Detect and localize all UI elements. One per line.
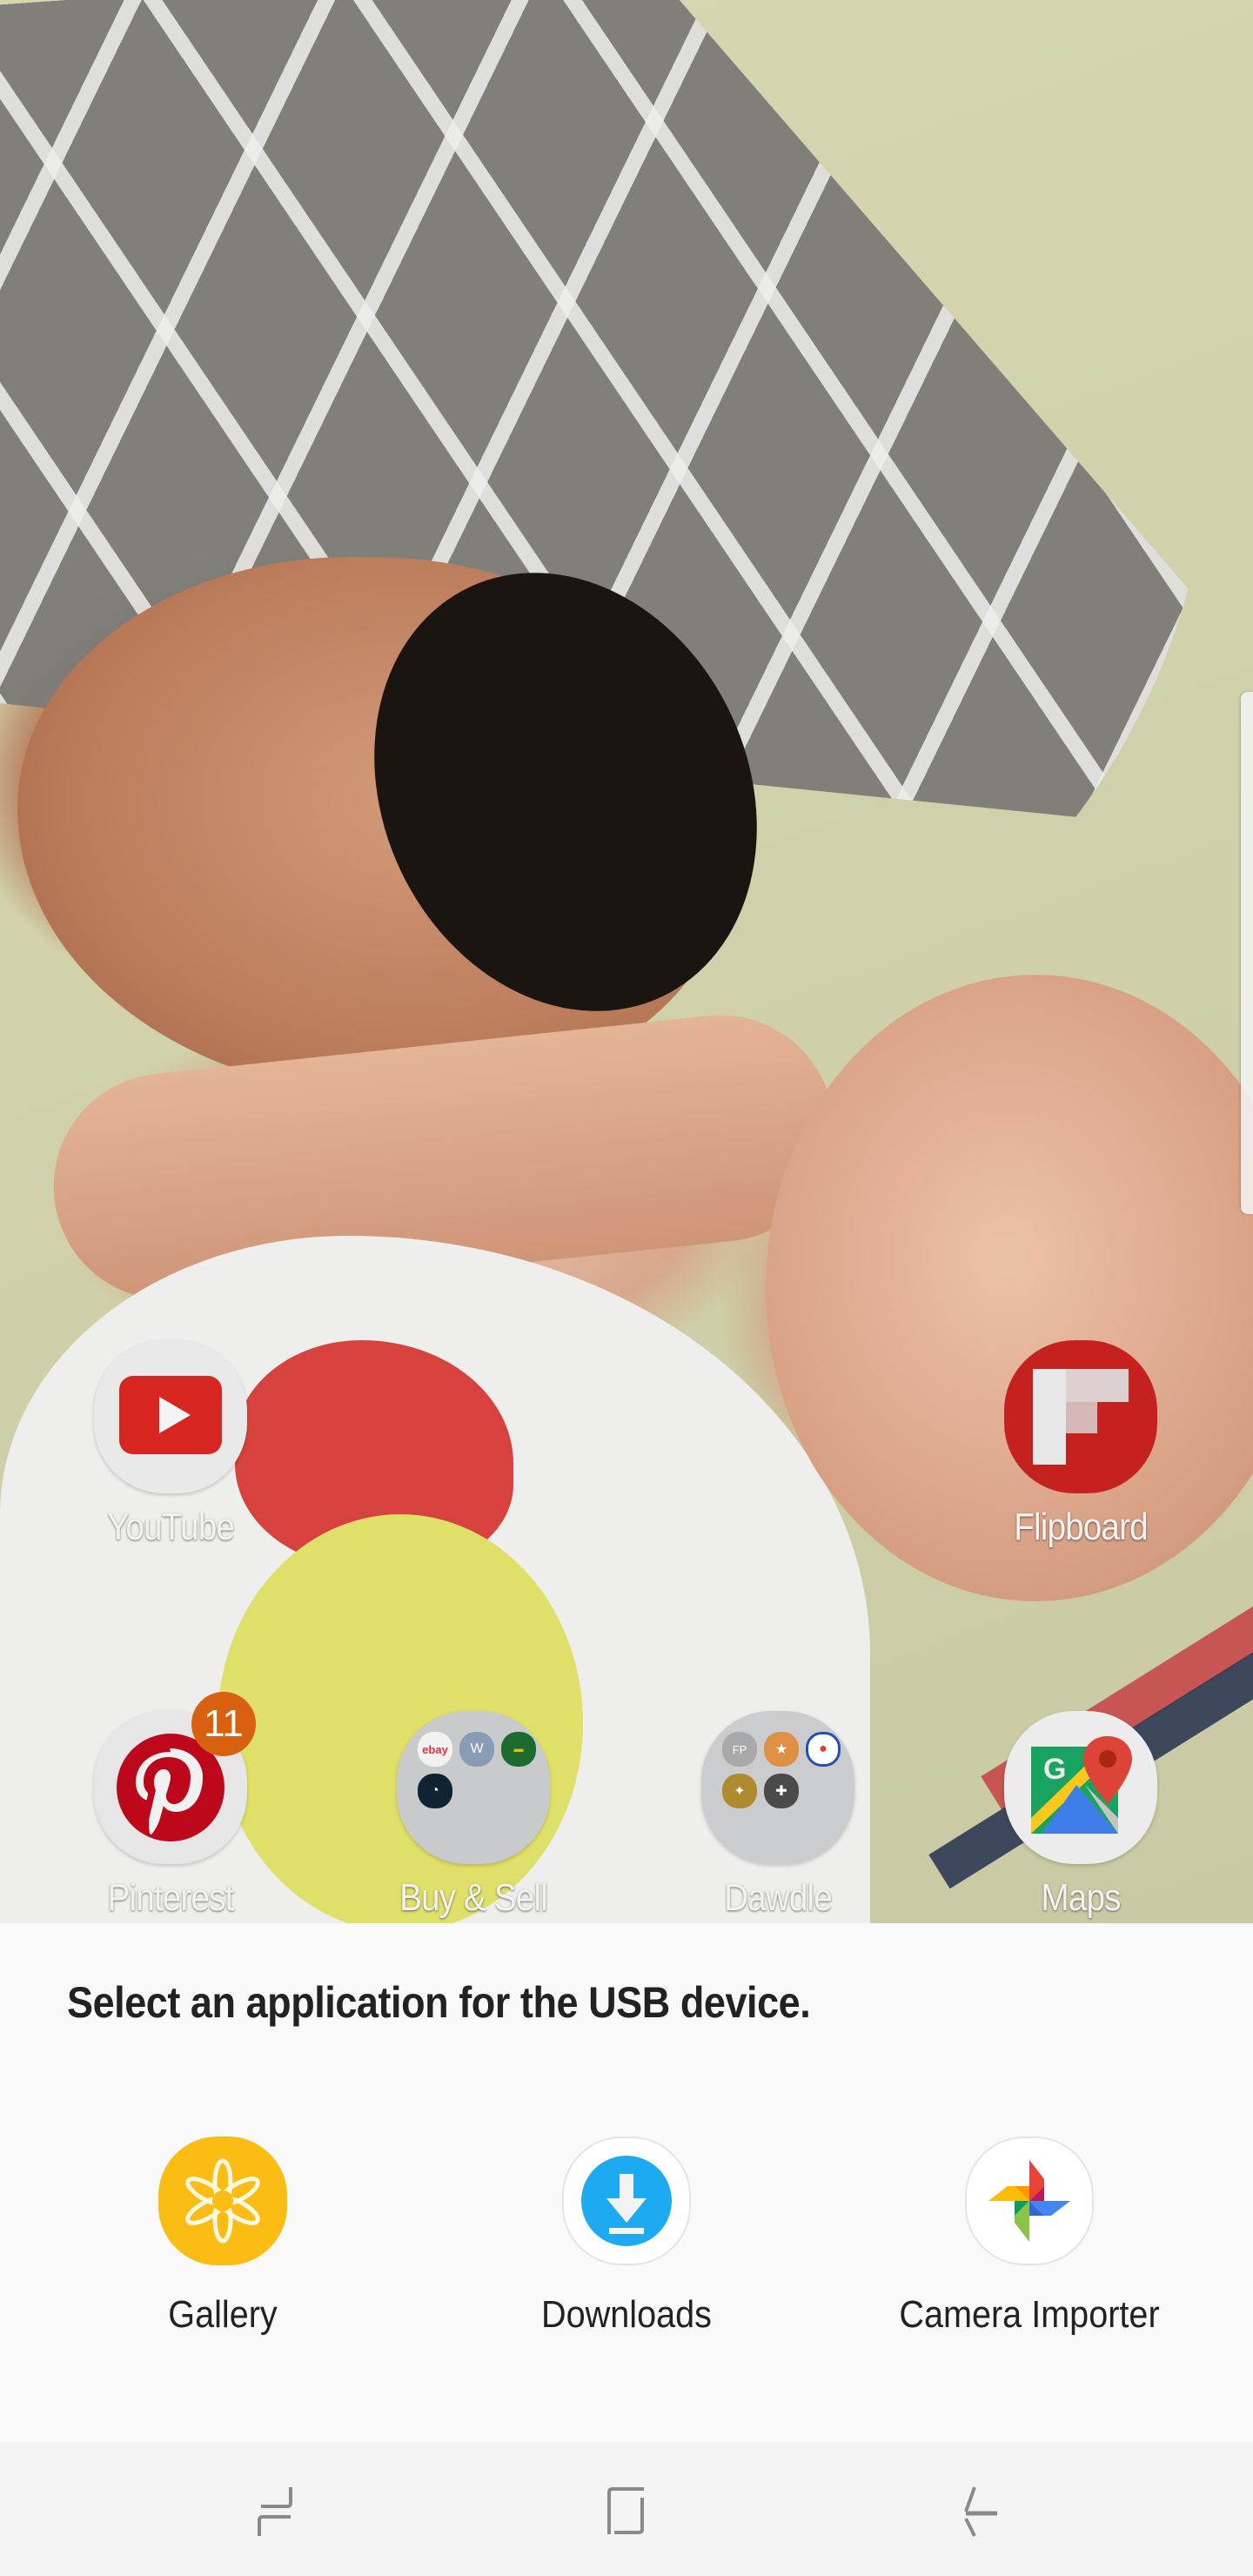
dialog-title: Select an application for the USB device… — [67, 1978, 811, 2027]
app-label: Pinterest — [107, 1876, 235, 1919]
youtube-icon — [119, 1376, 222, 1454]
ebay-icon: ebay — [418, 1732, 452, 1767]
home-wallpaper: YouTube Flipboard 11 Pinterest ebay W ▬ … — [0, 0, 1253, 1923]
option-label: Camera Importer — [899, 2293, 1160, 2336]
fpse-icon: FP — [722, 1732, 757, 1767]
svg-text:G: G — [1043, 1753, 1066, 1786]
option-gallery[interactable]: Gallery — [75, 2137, 371, 2337]
recent-apps-button[interactable] — [223, 2468, 327, 2555]
edge-panel-handle[interactable] — [1241, 692, 1253, 1214]
google-maps-icon: G — [1031, 1736, 1132, 1834]
anime-game-icon: ✦ — [722, 1774, 757, 1808]
back-icon — [964, 2486, 997, 2537]
home-icon — [607, 2487, 644, 2534]
notification-badge: 11 — [191, 1692, 256, 1756]
recent-apps-icon — [258, 2487, 292, 2536]
app-youtube[interactable]: YouTube — [84, 1340, 258, 1549]
app-label: Buy & Sell — [399, 1876, 548, 1919]
app-flipboard[interactable]: Flipboard — [994, 1340, 1168, 1549]
option-downloads[interactable]: Downloads — [479, 2137, 774, 2337]
flipboard-icon — [1033, 1369, 1129, 1465]
option-label: Gallery — [168, 2293, 278, 2336]
deals-app-icon: ▬ — [501, 1732, 536, 1767]
navigation-bar — [0, 2442, 1253, 2576]
pokeball-icon: ● — [806, 1732, 841, 1767]
app-maps[interactable]: G Maps — [994, 1711, 1168, 1920]
option-label: Downloads — [541, 2293, 712, 2336]
folder-preview: ebay W ▬ ◔ — [418, 1732, 536, 1808]
clock-app-icon: ◔ — [418, 1774, 452, 1808]
app-label: YouTube — [107, 1506, 235, 1548]
folder-preview: FP ★ ● ✦ ✚ — [722, 1732, 841, 1808]
google-photos-icon — [988, 2160, 1070, 2242]
app-label: Flipboard — [1014, 1506, 1148, 1548]
app-pinterest[interactable]: 11 Pinterest — [84, 1692, 258, 1920]
app-label: Dawdle — [724, 1876, 833, 1919]
option-camera-importer[interactable]: Camera Importer — [881, 2137, 1177, 2337]
folder-dawdle[interactable]: FP ★ ● ✦ ✚ Dawdle — [691, 1711, 865, 1920]
back-button[interactable] — [922, 2468, 1027, 2555]
fighter-game-icon: ★ — [764, 1732, 799, 1767]
home-button[interactable] — [574, 2468, 679, 2555]
app-label: Maps — [1041, 1876, 1121, 1919]
download-icon — [581, 2156, 672, 2246]
usb-app-chooser-dialog: Select an application for the USB device… — [0, 1923, 1253, 2442]
gallery-icon — [185, 2158, 260, 2244]
folder-buy-sell[interactable]: ebay W ▬ ◔ Buy & Sell — [386, 1711, 560, 1920]
w-app-icon: W — [459, 1732, 494, 1767]
gamepad-icon: ✚ — [764, 1774, 799, 1808]
